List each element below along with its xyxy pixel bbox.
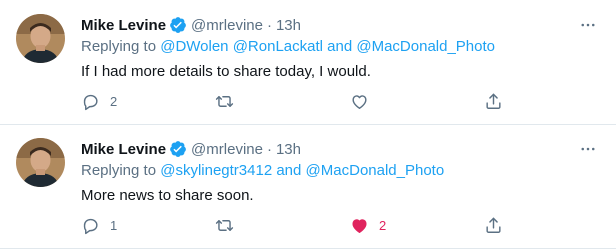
and-word[interactable]: and [327,38,352,55]
share-icon [486,217,501,233]
reply-count: 2 [110,93,118,109]
more-options-button[interactable] [576,14,600,36]
more-horizontal-icon [581,147,595,151]
author-handle[interactable]: @mrlevine [191,17,263,34]
share-button[interactable] [484,89,503,113]
reply-button[interactable]: 2 [81,89,117,113]
reply-button[interactable]: 1 [81,213,117,237]
like-count: 2 [379,217,387,233]
author-name[interactable]: Mike Levine [81,141,166,158]
author-name[interactable]: Mike Levine [81,17,166,34]
retweet-icon [215,95,234,107]
replying-prefix: Replying to [81,38,157,55]
avatar[interactable] [16,14,65,63]
tweet-text: If I had more details to share today, I … [81,63,371,80]
separator-dot: · [266,16,272,34]
mention-link[interactable]: @MacDonald_Photo [306,162,445,179]
reply-count: 1 [110,217,118,233]
more-options-button[interactable] [576,138,600,160]
mention-link[interactable]: @skylinegtr3412 [160,162,272,179]
more-horizontal-icon [581,23,595,27]
author-handle[interactable]: @mrlevine [191,141,263,158]
mention-link[interactable]: @RonLackatl [233,38,323,55]
verified-badge-icon [169,16,187,34]
retweet-button[interactable] [215,213,244,237]
tweet[interactable]: Mike Levine @mrlevine · 13h Replying to … [0,124,616,249]
reply-icon [83,94,98,110]
avatar[interactable] [16,138,65,187]
tweet-header: Mike Levine @mrlevine · 13h [81,139,301,159]
tweet[interactable]: Mike Levine @mrlevine · 13h Replying to … [0,0,616,124]
share-icon [486,93,501,109]
separator-dot: · [266,140,272,158]
tweet-actions: 2 [81,89,521,113]
replying-to-line: Replying to @skylinegtr3412 and @MacDona… [81,162,444,179]
share-button[interactable] [484,213,503,237]
timestamp[interactable]: 13h [276,17,301,34]
timestamp[interactable]: 13h [276,141,301,158]
tweet-text: More news to share soon. [81,187,254,204]
heart-icon [352,94,367,109]
verified-badge-icon [169,140,187,158]
replying-to-line: Replying to @DWolen @RonLackatl and @Mac… [81,38,495,55]
like-button[interactable] [350,89,379,113]
tweet-header: Mike Levine @mrlevine · 13h [81,15,301,35]
retweet-button[interactable] [215,89,244,113]
like-button[interactable]: 2 [350,213,386,237]
heart-icon [352,218,367,233]
retweet-icon [215,219,234,231]
and-word[interactable]: and [276,162,301,179]
replying-prefix: Replying to [81,162,157,179]
reply-icon [83,218,98,234]
mention-link[interactable]: @DWolen [160,38,228,55]
tweet-actions: 1 2 [81,213,521,237]
mention-link[interactable]: @MacDonald_Photo [356,38,495,55]
